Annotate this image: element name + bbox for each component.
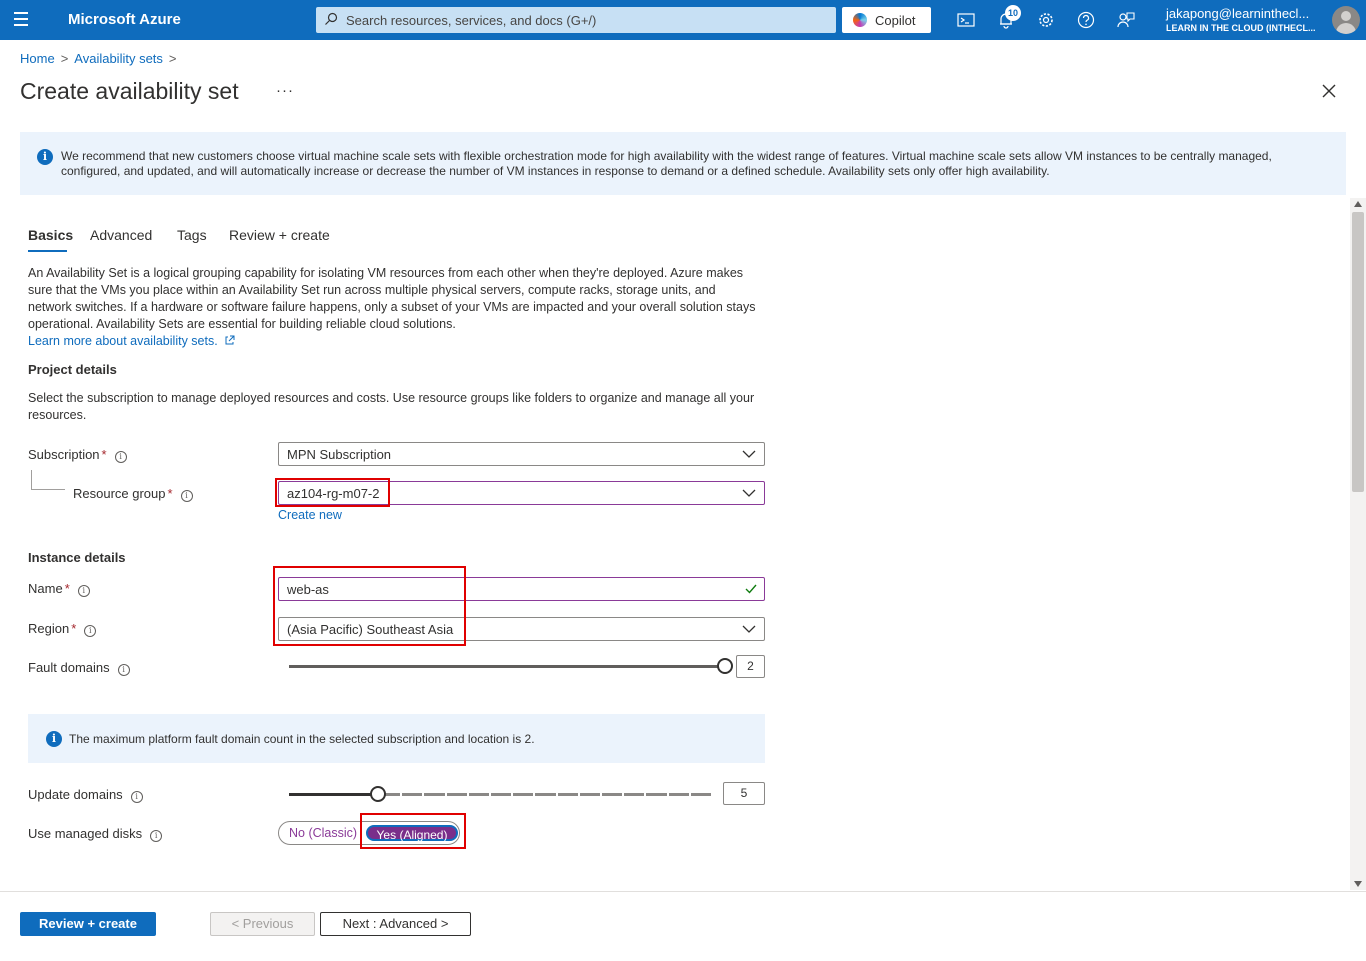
cloud-shell-icon[interactable] xyxy=(956,10,976,30)
slider-step-segment xyxy=(557,793,578,796)
brand-title[interactable]: Microsoft Azure xyxy=(68,11,181,28)
info-icon[interactable]: i xyxy=(84,625,97,637)
page-title: Create availability set xyxy=(20,78,239,104)
info-icon[interactable]: i xyxy=(150,830,163,842)
slider-step-segment xyxy=(513,793,534,796)
slider-step-segment xyxy=(468,793,489,796)
breadcrumb-availability-sets[interactable]: Availability sets xyxy=(74,51,163,66)
slider-step-segment xyxy=(602,793,623,796)
learn-more-link[interactable]: Learn more about availability sets. xyxy=(28,334,235,348)
top-bar: Microsoft Azure Search resources, servic… xyxy=(0,0,1366,40)
highlight-box xyxy=(360,813,466,849)
resource-group-label: Resource group * i xyxy=(73,486,193,502)
review-create-button[interactable]: Review + create xyxy=(20,912,156,936)
scroll-up-icon[interactable] xyxy=(1354,201,1362,207)
chevron-down-icon xyxy=(742,625,756,633)
highlight-box xyxy=(275,478,390,507)
update-domains-slider-thumb[interactable] xyxy=(370,786,386,802)
chevron-down-icon xyxy=(742,489,756,497)
external-link-icon xyxy=(225,335,235,345)
slider-step-segment xyxy=(579,793,600,796)
breadcrumb-separator: > xyxy=(168,51,177,66)
scrollbar-thumb[interactable] xyxy=(1352,212,1364,492)
tab-review-create[interactable]: Review + create xyxy=(229,227,330,243)
subscription-label: Subscription * i xyxy=(28,447,127,463)
breadcrumb-separator: > xyxy=(60,51,69,66)
tab-advanced[interactable]: Advanced xyxy=(90,227,152,243)
update-domains-input[interactable]: 5 xyxy=(723,782,765,805)
project-details-heading: Project details xyxy=(28,362,117,377)
info-icon: i xyxy=(46,731,62,747)
next-advanced-button[interactable]: Next : Advanced > xyxy=(320,912,471,936)
breadcrumb-home[interactable]: Home xyxy=(20,51,55,66)
highlight-box xyxy=(273,566,466,646)
slider-step-segment xyxy=(402,793,423,796)
tab-basics[interactable]: Basics xyxy=(28,227,73,243)
previous-button[interactable]: < Previous xyxy=(210,912,315,936)
user-name: jakapong@learninthecl... xyxy=(1166,6,1310,21)
info-icon[interactable]: i xyxy=(130,791,143,803)
checkmark-icon xyxy=(745,584,757,594)
region-label: Region * i xyxy=(28,621,97,637)
instance-details-heading: Instance details xyxy=(28,550,126,565)
account-menu[interactable]: jakapong@learninthecl... LEARN IN THE CL… xyxy=(1166,6,1326,33)
update-domains-label: Update domains i xyxy=(28,787,143,803)
fault-domains-slider-thumb[interactable] xyxy=(717,658,733,674)
info-icon: i xyxy=(37,149,53,165)
managed-disks-no-option[interactable]: No (Classic) xyxy=(289,826,357,840)
info-banner: i We recommend that new customers choose… xyxy=(20,132,1346,195)
info-icon[interactable]: i xyxy=(77,585,90,597)
vertical-scrollbar[interactable] xyxy=(1350,198,1366,890)
fault-domains-input[interactable]: 2 xyxy=(736,655,765,678)
availability-set-description: An Availability Set is a logical groupin… xyxy=(28,266,756,331)
search-input[interactable]: Search resources, services, and docs (G+… xyxy=(316,7,836,33)
update-domains-slider-filled[interactable] xyxy=(289,793,378,796)
feedback-icon[interactable] xyxy=(1116,10,1136,30)
learn-more-label: Learn more about availability sets. xyxy=(28,334,218,348)
slider-step-segment xyxy=(424,793,445,796)
more-options-button[interactable]: ··· xyxy=(276,82,294,99)
search-icon xyxy=(325,12,338,25)
scroll-down-icon[interactable] xyxy=(1354,881,1362,887)
slider-step-segment xyxy=(491,793,512,796)
info-icon[interactable]: i xyxy=(117,664,130,676)
close-icon[interactable] xyxy=(1320,82,1338,100)
slider-step-segment xyxy=(668,793,689,796)
info-banner-text: We recommend that new customers choose v… xyxy=(61,149,1272,178)
copilot-button[interactable]: Copilot xyxy=(842,7,931,33)
info-icon[interactable]: i xyxy=(180,490,193,502)
copilot-label: Copilot xyxy=(875,13,916,28)
fault-domains-slider[interactable] xyxy=(289,665,725,668)
avatar[interactable] xyxy=(1332,6,1360,34)
slider-step-segment xyxy=(646,793,667,796)
name-label: Name * i xyxy=(28,581,90,597)
tree-connector xyxy=(31,470,65,490)
slider-step-segment xyxy=(535,793,556,796)
create-new-resource-group-link[interactable]: Create new xyxy=(278,508,342,522)
slider-step-segment xyxy=(624,793,645,796)
settings-gear-icon[interactable] xyxy=(1036,10,1056,30)
notification-badge: 10 xyxy=(1005,5,1021,21)
subscription-value: MPN Subscription xyxy=(287,447,392,462)
managed-disks-label: Use managed disks i xyxy=(28,826,163,842)
fault-domain-note: i The maximum platform fault domain coun… xyxy=(28,714,765,763)
footer-divider xyxy=(0,891,1366,892)
fault-domain-note-text: The maximum platform fault domain count … xyxy=(69,732,535,746)
slider-step-segment xyxy=(690,793,711,796)
fault-domains-label: Fault domains i xyxy=(28,660,130,676)
chevron-down-icon xyxy=(742,450,756,458)
info-icon[interactable]: i xyxy=(114,451,127,463)
project-details-description: Select the subscription to manage deploy… xyxy=(28,391,755,422)
active-tab-indicator xyxy=(28,250,67,252)
slider-step-segment xyxy=(446,793,467,796)
search-placeholder: Search resources, services, and docs (G+… xyxy=(346,13,597,28)
subscription-dropdown[interactable]: MPN Subscription xyxy=(278,442,765,466)
copilot-icon xyxy=(853,13,867,27)
user-tenant: LEARN IN THE CLOUD (INTHECL... xyxy=(1166,23,1316,33)
tab-tags[interactable]: Tags xyxy=(177,227,207,243)
menu-icon[interactable] xyxy=(14,12,34,28)
help-icon[interactable] xyxy=(1076,10,1096,30)
breadcrumb: Home > Availability sets > xyxy=(20,51,183,66)
